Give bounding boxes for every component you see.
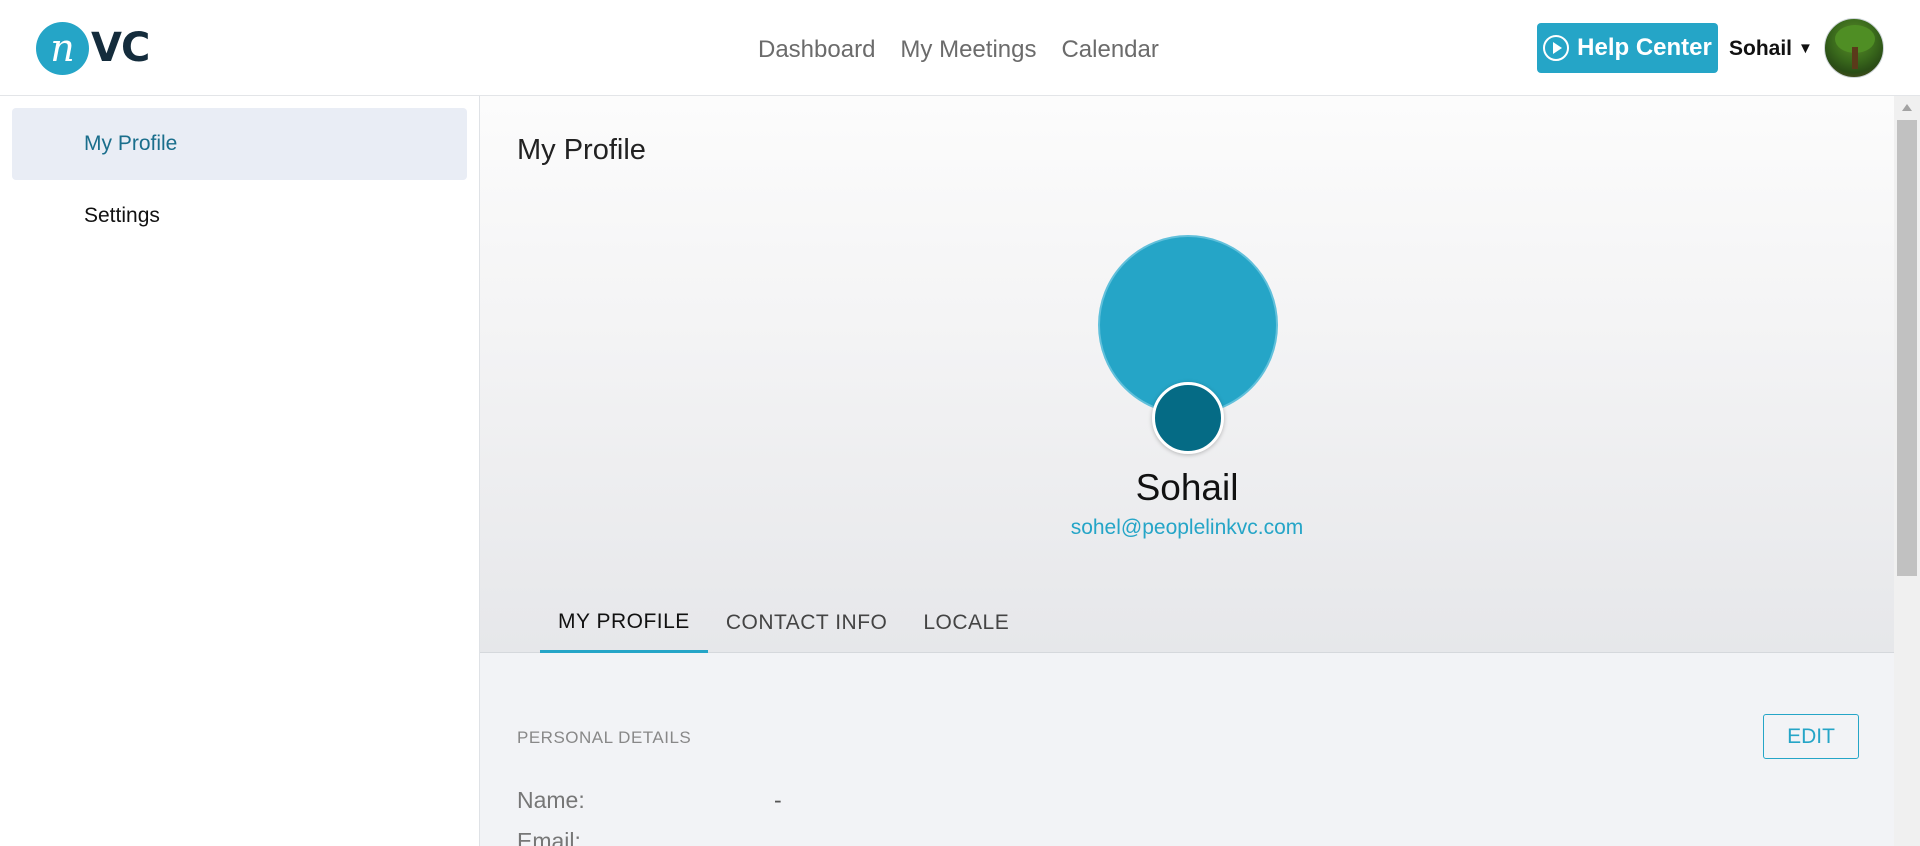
nav-calendar-link[interactable]: Calendar	[1061, 30, 1158, 70]
app-logo[interactable]: n VC	[36, 20, 150, 76]
scroll-thumb[interactable]	[1897, 120, 1917, 576]
logo-mark: n	[36, 21, 89, 75]
field-row-name: Name: -	[517, 787, 782, 814]
logo-text: VC	[91, 25, 150, 71]
main-scrollbar[interactable]	[1894, 96, 1920, 846]
nav-dashboard-link[interactable]: Dashboard	[758, 30, 875, 70]
user-avatar[interactable]	[1824, 18, 1884, 78]
sidebar-item-label: My Profile	[84, 132, 178, 155]
profile-tabs: MY PROFILE CONTACT INFO LOCALE	[540, 593, 1027, 653]
avatar-change-button[interactable]	[1152, 382, 1224, 454]
sidebar-item-label: Settings	[84, 204, 160, 227]
sidebar-item-settings[interactable]: Settings	[12, 180, 467, 252]
profile-name: Sohail	[1135, 467, 1239, 508]
page-title: My Profile	[517, 134, 646, 166]
field-row-email: Email:	[517, 828, 774, 846]
caret-down-icon: ▼	[1798, 40, 1813, 57]
scroll-up-arrow-icon[interactable]	[1902, 104, 1912, 111]
help-center-label: Help Center	[1577, 34, 1712, 61]
main-nav: Dashboard My Meetings Calendar	[758, 30, 1159, 70]
sidebar: My Profile Settings	[0, 96, 480, 846]
profile-email[interactable]: sohel@peoplelinkvc.com	[480, 516, 1894, 540]
avatar-tree-trunk	[1852, 47, 1858, 69]
top-bar: n VC Dashboard My Meetings Calendar Help…	[0, 0, 1920, 96]
section-title: PERSONAL DETAILS	[517, 728, 692, 747]
field-label: Name:	[517, 787, 585, 813]
field-label: Email:	[517, 828, 581, 846]
field-value: -	[774, 787, 782, 813]
tab-locale[interactable]: LOCALE	[905, 593, 1027, 653]
profile-header: My Profile Sohail sohel@peoplelinkvc.com…	[480, 96, 1894, 653]
play-circle-icon	[1543, 35, 1570, 61]
edit-button[interactable]: EDIT	[1763, 714, 1859, 759]
tab-contact-info[interactable]: CONTACT INFO	[708, 593, 906, 653]
sidebar-item-my-profile[interactable]: My Profile	[12, 108, 467, 180]
user-menu-toggle[interactable]: Sohail ▼	[1729, 31, 1813, 67]
tab-my-profile[interactable]: MY PROFILE	[540, 593, 708, 653]
help-center-button[interactable]: Help Center	[1537, 23, 1718, 73]
main-content: My Profile Sohail sohel@peoplelinkvc.com…	[480, 96, 1894, 846]
user-name: Sohail	[1729, 37, 1793, 60]
nav-my-meetings-link[interactable]: My Meetings	[900, 30, 1036, 70]
